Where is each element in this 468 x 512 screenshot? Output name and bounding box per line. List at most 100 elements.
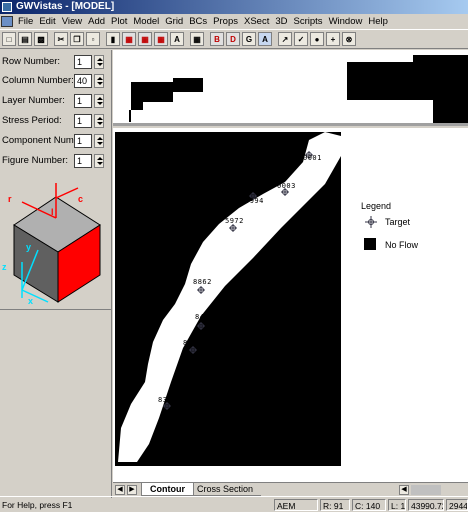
sheet-tab-bar: ◀ ▶ Contour Cross Section ◀ bbox=[113, 482, 468, 496]
figure-number-input[interactable]: 1 bbox=[74, 154, 92, 168]
layer-number-input[interactable]: 1 bbox=[74, 94, 92, 108]
map-pane[interactable]: 0001 0003 5994 5972 8862 8420 8684 8346 … bbox=[113, 128, 468, 482]
target-label: 0003 bbox=[277, 182, 296, 190]
menu-bar: File Edit View Add Plot Model Grid BCs P… bbox=[0, 14, 468, 29]
boundary-d-icon[interactable]: D bbox=[226, 32, 240, 46]
field-label: Figure Number: bbox=[2, 155, 68, 166]
menu-file[interactable]: File bbox=[15, 14, 36, 29]
text-a-icon[interactable]: A bbox=[170, 32, 184, 46]
target-label: 8420 bbox=[195, 313, 214, 321]
tab-scroll-right-icon[interactable]: ▶ bbox=[127, 485, 137, 495]
field-label: Row Number: bbox=[2, 56, 61, 67]
menu-scripts[interactable]: Scripts bbox=[291, 14, 326, 29]
column-number-input[interactable]: 40 bbox=[74, 74, 92, 88]
title-bar: GWVistas - [MODEL] bbox=[0, 0, 468, 14]
open-icon[interactable]: ▤ bbox=[18, 32, 32, 46]
field-label: Column Number: bbox=[2, 75, 74, 86]
axis-z-label: z bbox=[2, 262, 7, 272]
layer-number-spinner[interactable] bbox=[94, 94, 104, 108]
component-number-input[interactable]: 1 bbox=[74, 134, 92, 148]
row-number-spinner[interactable] bbox=[94, 55, 104, 69]
panel-divider bbox=[0, 309, 111, 310]
app-icon bbox=[2, 2, 12, 12]
crosshair-icon[interactable]: + bbox=[326, 32, 340, 46]
table-icon[interactable]: ▦ bbox=[190, 32, 204, 46]
cut-icon[interactable]: ✂ bbox=[54, 32, 68, 46]
tab-scroll-left-icon[interactable]: ◀ bbox=[115, 485, 125, 495]
menu-bcs[interactable]: BCs bbox=[186, 14, 210, 29]
document-icon[interactable] bbox=[1, 16, 13, 27]
tab-contour[interactable]: Contour bbox=[141, 483, 194, 496]
menu-add[interactable]: Add bbox=[85, 14, 108, 29]
circle-icon[interactable]: ● bbox=[310, 32, 324, 46]
axis-y-label: y bbox=[26, 242, 31, 252]
copy-icon[interactable]: ❐ bbox=[70, 32, 84, 46]
axis-c-label: c bbox=[78, 194, 83, 204]
row-number-input[interactable]: 1 bbox=[74, 55, 92, 69]
stress-period-field: Stress Period: 1 bbox=[2, 114, 110, 128]
arrow-icon[interactable]: ↗ bbox=[278, 32, 292, 46]
grid-b-icon[interactable]: ▦ bbox=[138, 32, 152, 46]
target-label: 0001 bbox=[303, 154, 322, 162]
grid-a-icon[interactable]: ▦ bbox=[122, 32, 136, 46]
component-number-field: Component Number: 1 bbox=[2, 134, 110, 148]
paste-icon[interactable]: ▫ bbox=[86, 32, 100, 46]
status-column: C: 140 bbox=[352, 499, 386, 511]
stress-period-input[interactable]: 1 bbox=[74, 114, 92, 128]
orientation-cube[interactable]: r c l y x z bbox=[0, 180, 110, 310]
target-label: 5972 bbox=[225, 217, 244, 225]
menu-plot[interactable]: Plot bbox=[108, 14, 130, 29]
menu-props[interactable]: Props bbox=[210, 14, 241, 29]
contour-a-icon[interactable]: A bbox=[258, 32, 272, 46]
pen-icon[interactable]: ✓ bbox=[294, 32, 308, 46]
figure-number-field: Figure Number: 1 bbox=[2, 154, 110, 168]
app-window: GWVistas - [MODEL] File Edit View Add Pl… bbox=[0, 0, 468, 512]
legend-noflow-label: No Flow bbox=[385, 240, 419, 250]
menu-window[interactable]: Window bbox=[326, 14, 366, 29]
print-icon[interactable]: ▮ bbox=[106, 32, 120, 46]
stress-period-spinner[interactable] bbox=[94, 114, 104, 128]
boundary-g-icon[interactable]: G bbox=[242, 32, 256, 46]
field-label: Stress Period: bbox=[2, 115, 62, 126]
figure-number-spinner[interactable] bbox=[94, 154, 104, 168]
field-label: Layer Number: bbox=[2, 95, 65, 106]
status-row: R: 91 bbox=[320, 499, 350, 511]
status-mode: AEM bbox=[274, 499, 318, 511]
overview-pane[interactable] bbox=[113, 50, 468, 126]
target-icon[interactable]: ⊗ bbox=[342, 32, 356, 46]
menu-view[interactable]: View bbox=[59, 14, 85, 29]
grid-c-icon[interactable]: ▦ bbox=[154, 32, 168, 46]
axis-l-label: l bbox=[51, 207, 54, 217]
status-layer: L: 1 bbox=[388, 499, 406, 511]
toolbar: □ ▤ ▩ ✂ ❐ ▫ ▮ ▦ ▦ ▦ A ▦ B D G A ↗ ✓ ● + … bbox=[0, 29, 468, 49]
menu-3d[interactable]: 3D bbox=[272, 14, 290, 29]
tab-cross-section[interactable]: Cross Section bbox=[189, 483, 262, 496]
scroll-left-icon[interactable]: ◀ bbox=[399, 485, 409, 495]
row-number-field: Row Number: 1 bbox=[2, 55, 110, 69]
legend-title: Legend bbox=[361, 201, 392, 211]
status-bar: For Help, press F1 AEM R: 91 C: 140 L: 1… bbox=[0, 496, 468, 512]
boundary-b-icon[interactable]: B bbox=[210, 32, 224, 46]
status-x-coordinate: 43990.72 bbox=[408, 499, 444, 511]
window-title: GWVistas - [MODEL] bbox=[16, 1, 115, 12]
column-number-field: Column Number: 40 bbox=[2, 74, 110, 88]
menu-xsect[interactable]: XSect bbox=[241, 14, 272, 29]
new-icon[interactable]: □ bbox=[2, 32, 16, 46]
target-label: 8346 bbox=[158, 396, 177, 404]
target-label: 8862 bbox=[193, 278, 212, 286]
legend-target-symbol bbox=[365, 216, 377, 228]
overview-map[interactable] bbox=[113, 50, 468, 123]
menu-model[interactable]: Model bbox=[130, 14, 162, 29]
horizontal-scrollbar[interactable] bbox=[411, 485, 441, 495]
axis-x-label: x bbox=[28, 296, 33, 306]
left-panel: Row Number: 1 Column Number: 40 Layer Nu… bbox=[0, 50, 112, 498]
column-number-spinner[interactable] bbox=[94, 74, 104, 88]
menu-grid[interactable]: Grid bbox=[162, 14, 186, 29]
save-icon[interactable]: ▩ bbox=[34, 32, 48, 46]
menu-help[interactable]: Help bbox=[365, 14, 391, 29]
status-help: For Help, press F1 bbox=[2, 500, 73, 510]
menu-edit[interactable]: Edit bbox=[36, 14, 58, 29]
axis-r-label: r bbox=[8, 194, 12, 204]
component-number-spinner[interactable] bbox=[94, 134, 104, 148]
status-y-coordinate: 29440.6 bbox=[446, 499, 468, 511]
